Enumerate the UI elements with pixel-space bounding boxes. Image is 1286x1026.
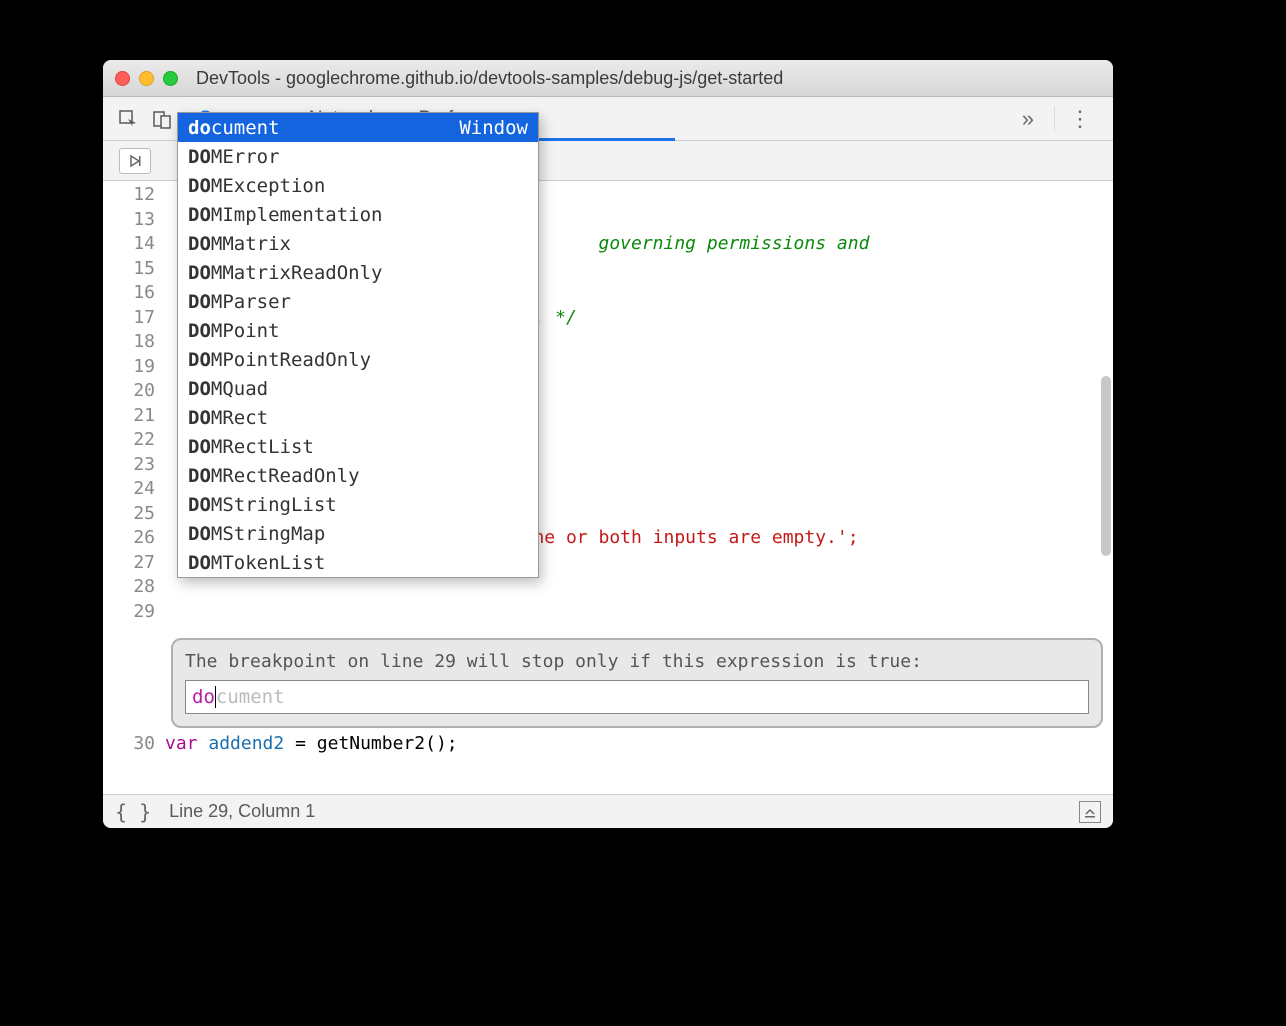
titlebar: DevTools - googlechrome.github.io/devtoo…	[103, 60, 1113, 97]
line-number[interactable]: 30	[103, 730, 165, 758]
line-number[interactable]: 27	[103, 551, 155, 576]
autocomplete-type-hint: Window	[459, 117, 528, 139]
autocomplete-item[interactable]: DOMMatrixReadOnly	[178, 258, 538, 287]
line-number[interactable]: 28	[103, 575, 155, 600]
ac-match: do	[188, 117, 211, 139]
pretty-print-icon[interactable]: { }	[115, 800, 151, 824]
resume-script-icon[interactable]	[119, 148, 151, 174]
line-number[interactable]: 22	[103, 428, 155, 453]
scrollbar-thumb[interactable]	[1101, 376, 1111, 556]
code-fragment: = getNumber2();	[295, 733, 458, 754]
line-number[interactable]: 25	[103, 502, 155, 527]
close-window-button[interactable]	[115, 71, 130, 86]
line-number[interactable]: 14	[103, 232, 155, 257]
breakpoint-expression-input[interactable]: document	[185, 680, 1089, 714]
code-var: addend2	[198, 733, 296, 754]
autocomplete-item[interactable]: DOMQuad	[178, 374, 538, 403]
devtools-window: DevTools - googlechrome.github.io/devtoo…	[103, 60, 1113, 828]
line-number[interactable]: 29	[103, 600, 155, 625]
kebab-menu-icon[interactable]: ⋮	[1054, 106, 1105, 132]
autocomplete-item[interactable]: DOMTokenList	[178, 548, 538, 577]
line-number[interactable]: 18	[103, 330, 155, 355]
maximize-window-button[interactable]	[163, 71, 178, 86]
ac-rest: cument	[211, 117, 280, 139]
autocomplete-item[interactable]: DOMRectReadOnly	[178, 461, 538, 490]
ghost-completion: cument	[216, 686, 285, 708]
line-number[interactable]: 13	[103, 208, 155, 233]
code-line-30: 30 var addend2 = getNumber2();	[103, 730, 1113, 758]
line-number[interactable]: 17	[103, 306, 155, 331]
autocomplete-item[interactable]: DOMParser	[178, 287, 538, 316]
autocomplete-item[interactable]: DOMRectList	[178, 432, 538, 461]
breakpoint-prompt-label: The breakpoint on line 29 will stop only…	[185, 650, 1089, 674]
autocomplete-item[interactable]: DOMException	[178, 171, 538, 200]
line-number[interactable]: 26	[103, 526, 155, 551]
autocomplete-item[interactable]: DOMError	[178, 142, 538, 171]
autocomplete-item[interactable]: DOMPoint	[178, 316, 538, 345]
autocomplete-item[interactable]: DOMPointReadOnly	[178, 345, 538, 374]
traffic-lights	[115, 71, 178, 86]
line-number[interactable]: 15	[103, 257, 155, 282]
vertical-scrollbar[interactable]	[1101, 306, 1111, 794]
autocomplete-item[interactable]: DOMMatrix	[178, 229, 538, 258]
code-keyword: var	[165, 733, 198, 754]
code-fragment: governing permissions and	[598, 233, 869, 254]
minimize-window-button[interactable]	[139, 71, 154, 86]
autocomplete-item[interactable]: DOMImplementation	[178, 200, 538, 229]
cursor-position-label: Line 29, Column 1	[169, 801, 315, 822]
line-number[interactable]: 24	[103, 477, 155, 502]
show-drawer-icon[interactable]	[1079, 801, 1101, 823]
line-number[interactable]: 20	[103, 379, 155, 404]
code-fragment: : one or both inputs are empty.';	[501, 527, 859, 548]
inspect-element-icon[interactable]	[111, 109, 145, 129]
autocomplete-item[interactable]: DOMStringList	[178, 490, 538, 519]
line-number[interactable]: 19	[103, 355, 155, 380]
more-tabs-icon[interactable]: »	[1002, 106, 1054, 132]
window-title: DevTools - googlechrome.github.io/devtoo…	[178, 68, 1113, 89]
line-gutter[interactable]: 12 13 14 15 16 17 18 19 20 21 22 23 24 2…	[103, 181, 165, 794]
line-number[interactable]: 23	[103, 453, 155, 478]
autocomplete-item[interactable]: DOMRect	[178, 403, 538, 432]
autocomplete-popup[interactable]: document Window DOMError DOMException DO…	[177, 112, 539, 578]
autocomplete-item[interactable]: DOMStringMap	[178, 519, 538, 548]
typed-text: do	[192, 686, 215, 708]
active-tab-indicator	[537, 138, 675, 141]
line-number[interactable]: 16	[103, 281, 155, 306]
statusbar: { } Line 29, Column 1	[103, 794, 1113, 828]
device-toolbar-icon[interactable]	[145, 109, 179, 129]
autocomplete-item-selected[interactable]: document Window	[178, 113, 538, 142]
line-number[interactable]: 21	[103, 404, 155, 429]
conditional-breakpoint-panel: The breakpoint on line 29 will stop only…	[171, 638, 1103, 728]
line-number[interactable]: 12	[103, 183, 155, 208]
